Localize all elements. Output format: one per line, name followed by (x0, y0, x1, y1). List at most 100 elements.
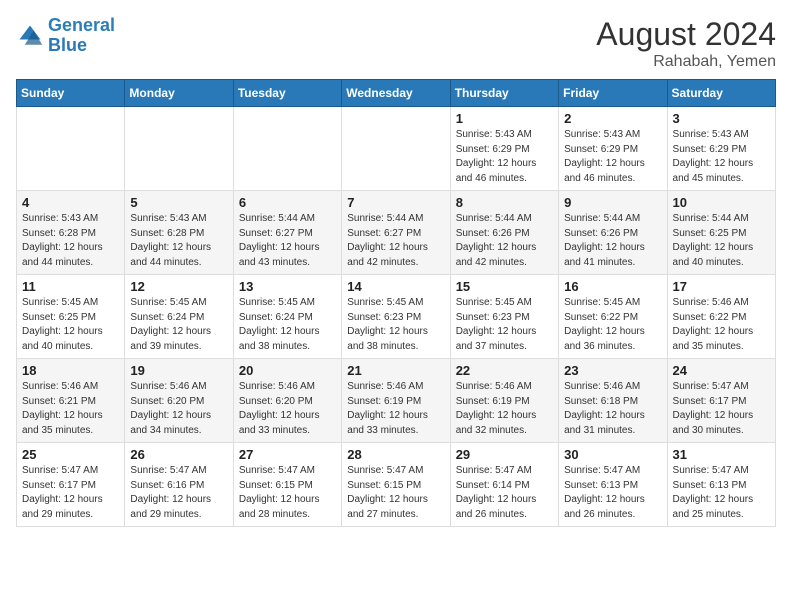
day-info: Sunrise: 5:47 AM Sunset: 6:13 PM Dayligh… (564, 464, 661, 522)
calendar-cell: 25 Sunrise: 5:47 AM Sunset: 6:17 PM Dayli… (17, 443, 125, 527)
calendar-cell: 19 Sunrise: 5:46 AM Sunset: 6:20 PM Dayli… (125, 359, 233, 443)
calendar-cell: 28 Sunrise: 5:47 AM Sunset: 6:15 PM Dayli… (342, 443, 450, 527)
calendar-cell: 11Sunrise: 5:45 AM Sunset: 6:25 PM Dayli… (17, 275, 125, 359)
calendar-cell: 22Sunrise: 5:46 AM Sunset: 6:19 PM Dayli… (450, 359, 558, 443)
day-info: Sunrise: 5:45 AM Sunset: 6:24 PM Dayligh… (130, 296, 227, 354)
day-number: 12 (130, 279, 227, 294)
calendar-cell: 14 Sunrise: 5:45 AM Sunset: 6:23 PM Dayli… (342, 275, 450, 359)
calendar-cell: 6 Sunrise: 5:44 AM Sunset: 6:27 PM Daylig… (233, 191, 341, 275)
day-number: 28 (347, 447, 444, 462)
calendar-cell: 29 Sunrise: 5:47 AM Sunset: 6:14 PM Dayli… (450, 443, 558, 527)
location: Rahabah, Yemen (596, 53, 776, 71)
calendar-cell: 5 Sunrise: 5:43 AM Sunset: 6:28 PM Daylig… (125, 191, 233, 275)
day-info: Sunrise: 5:45 AM Sunset: 6:22 PM Dayligh… (564, 296, 661, 354)
calendar-cell: 16 Sunrise: 5:45 AM Sunset: 6:22 PM Dayli… (559, 275, 667, 359)
calendar-cell (17, 107, 125, 191)
day-info: Sunrise: 5:46 AM Sunset: 6:20 PM Dayligh… (239, 380, 336, 438)
calendar-cell: 18 Sunrise: 5:46 AM Sunset: 6:21 PM Dayli… (17, 359, 125, 443)
day-number: 7 (347, 195, 444, 210)
calendar-cell (233, 107, 341, 191)
calendar-cell: 30 Sunrise: 5:47 AM Sunset: 6:13 PM Dayli… (559, 443, 667, 527)
day-number: 2 (564, 111, 661, 126)
day-info: Sunrise: 5:47 AM Sunset: 6:17 PM Dayligh… (22, 464, 119, 522)
weekday-header: Monday (125, 80, 233, 107)
calendar-week-row: 18 Sunrise: 5:46 AM Sunset: 6:21 PM Dayli… (17, 359, 776, 443)
day-number: 29 (456, 447, 553, 462)
calendar-cell: 10Sunrise: 5:44 AM Sunset: 6:25 PM Dayli… (667, 191, 775, 275)
day-number: 27 (239, 447, 336, 462)
day-info: Sunrise: 5:44 AM Sunset: 6:26 PM Dayligh… (456, 212, 553, 270)
day-number: 20 (239, 363, 336, 378)
day-info: Sunrise: 5:43 AM Sunset: 6:29 PM Dayligh… (456, 128, 553, 186)
weekday-header: Sunday (17, 80, 125, 107)
weekday-header: Saturday (667, 80, 775, 107)
day-number: 9 (564, 195, 661, 210)
calendar-cell: 24Sunrise: 5:47 AM Sunset: 6:17 PM Dayli… (667, 359, 775, 443)
day-number: 21 (347, 363, 444, 378)
day-number: 4 (22, 195, 119, 210)
calendar-cell: 7Sunrise: 5:44 AM Sunset: 6:27 PM Daylig… (342, 191, 450, 275)
day-number: 22 (456, 363, 553, 378)
day-info: Sunrise: 5:43 AM Sunset: 6:28 PM Dayligh… (130, 212, 227, 270)
day-info: Sunrise: 5:47 AM Sunset: 6:15 PM Dayligh… (239, 464, 336, 522)
logo: General Blue (16, 16, 115, 56)
day-info: Sunrise: 5:43 AM Sunset: 6:28 PM Dayligh… (22, 212, 119, 270)
logo-general: General (48, 15, 115, 35)
calendar-cell: 23Sunrise: 5:46 AM Sunset: 6:18 PM Dayli… (559, 359, 667, 443)
day-number: 8 (456, 195, 553, 210)
weekday-row: SundayMondayTuesdayWednesdayThursdayFrid… (17, 80, 776, 107)
day-info: Sunrise: 5:46 AM Sunset: 6:20 PM Dayligh… (130, 380, 227, 438)
calendar-cell: 8 Sunrise: 5:44 AM Sunset: 6:26 PM Daylig… (450, 191, 558, 275)
day-info: Sunrise: 5:45 AM Sunset: 6:23 PM Dayligh… (456, 296, 553, 354)
day-number: 3 (673, 111, 770, 126)
day-number: 31 (673, 447, 770, 462)
day-number: 25 (22, 447, 119, 462)
day-info: Sunrise: 5:46 AM Sunset: 6:21 PM Dayligh… (22, 380, 119, 438)
day-info: Sunrise: 5:45 AM Sunset: 6:24 PM Dayligh… (239, 296, 336, 354)
day-number: 26 (130, 447, 227, 462)
day-number: 16 (564, 279, 661, 294)
day-number: 19 (130, 363, 227, 378)
title-block: August 2024 Rahabah, Yemen (596, 16, 776, 71)
day-info: Sunrise: 5:46 AM Sunset: 6:19 PM Dayligh… (347, 380, 444, 438)
calendar-cell: 27 Sunrise: 5:47 AM Sunset: 6:15 PM Dayli… (233, 443, 341, 527)
day-info: Sunrise: 5:46 AM Sunset: 6:22 PM Dayligh… (673, 296, 770, 354)
day-number: 6 (239, 195, 336, 210)
calendar-cell: 2 Sunrise: 5:43 AM Sunset: 6:29 PM Daylig… (559, 107, 667, 191)
calendar-week-row: 11Sunrise: 5:45 AM Sunset: 6:25 PM Dayli… (17, 275, 776, 359)
day-number: 24 (673, 363, 770, 378)
calendar-cell: 20 Sunrise: 5:46 AM Sunset: 6:20 PM Dayli… (233, 359, 341, 443)
day-info: Sunrise: 5:47 AM Sunset: 6:13 PM Dayligh… (673, 464, 770, 522)
day-info: Sunrise: 5:45 AM Sunset: 6:23 PM Dayligh… (347, 296, 444, 354)
day-info: Sunrise: 5:44 AM Sunset: 6:26 PM Dayligh… (564, 212, 661, 270)
calendar-cell: 26Sunrise: 5:47 AM Sunset: 6:16 PM Dayli… (125, 443, 233, 527)
day-number: 14 (347, 279, 444, 294)
day-info: Sunrise: 5:44 AM Sunset: 6:27 PM Dayligh… (239, 212, 336, 270)
day-number: 10 (673, 195, 770, 210)
calendar-cell: 13 Sunrise: 5:45 AM Sunset: 6:24 PM Dayli… (233, 275, 341, 359)
calendar-table: SundayMondayTuesdayWednesdayThursdayFrid… (16, 79, 776, 527)
day-info: Sunrise: 5:47 AM Sunset: 6:15 PM Dayligh… (347, 464, 444, 522)
day-number: 17 (673, 279, 770, 294)
weekday-header: Thursday (450, 80, 558, 107)
calendar-cell: 21 Sunrise: 5:46 AM Sunset: 6:19 PM Dayli… (342, 359, 450, 443)
day-number: 18 (22, 363, 119, 378)
calendar-cell: 1Sunrise: 5:43 AM Sunset: 6:29 PM Daylig… (450, 107, 558, 191)
calendar-cell: 12 Sunrise: 5:45 AM Sunset: 6:24 PM Dayli… (125, 275, 233, 359)
calendar-cell: 3 Sunrise: 5:43 AM Sunset: 6:29 PM Daylig… (667, 107, 775, 191)
calendar-cell: 9 Sunrise: 5:44 AM Sunset: 6:26 PM Daylig… (559, 191, 667, 275)
day-number: 13 (239, 279, 336, 294)
day-info: Sunrise: 5:47 AM Sunset: 6:14 PM Dayligh… (456, 464, 553, 522)
day-number: 15 (456, 279, 553, 294)
calendar-body: 1Sunrise: 5:43 AM Sunset: 6:29 PM Daylig… (17, 107, 776, 527)
day-number: 23 (564, 363, 661, 378)
calendar-week-row: 4 Sunrise: 5:43 AM Sunset: 6:28 PM Daylig… (17, 191, 776, 275)
day-info: Sunrise: 5:45 AM Sunset: 6:25 PM Dayligh… (22, 296, 119, 354)
day-info: Sunrise: 5:43 AM Sunset: 6:29 PM Dayligh… (564, 128, 661, 186)
month-year: August 2024 (596, 16, 776, 53)
day-info: Sunrise: 5:43 AM Sunset: 6:29 PM Dayligh… (673, 128, 770, 186)
page-header: General Blue August 2024 Rahabah, Yemen (16, 16, 776, 71)
day-number: 5 (130, 195, 227, 210)
day-number: 30 (564, 447, 661, 462)
calendar-cell (342, 107, 450, 191)
